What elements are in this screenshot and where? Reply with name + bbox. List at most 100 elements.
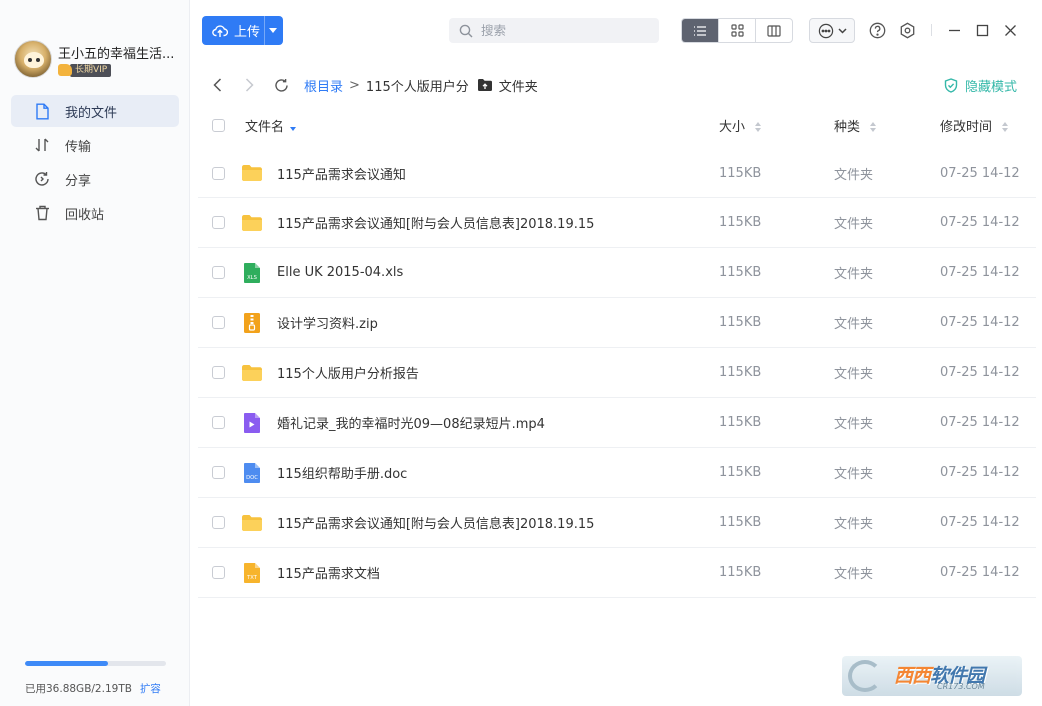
sidebar-item-label: 分享	[65, 173, 92, 189]
select-all-checkbox[interactable]	[212, 118, 225, 132]
avatar[interactable]	[14, 40, 52, 78]
file-modified: 07-25 14-12	[940, 365, 1020, 380]
row-checkbox[interactable]	[212, 516, 225, 529]
row-checkbox[interactable]	[212, 166, 225, 180]
chevron-down-icon	[837, 27, 847, 34]
sort-icon	[1002, 121, 1009, 132]
file-size: 115KB	[719, 565, 762, 580]
search-input[interactable]	[481, 23, 651, 38]
sidebar-item-label: 回收站	[65, 207, 105, 223]
search-box[interactable]	[449, 18, 659, 43]
sidebar-item-share[interactable]: 分享	[11, 163, 179, 195]
upload-button[interactable]: 上传	[202, 16, 283, 45]
settings-button[interactable]	[898, 21, 916, 39]
back-button[interactable]	[208, 76, 226, 94]
help-button[interactable]	[868, 21, 886, 39]
file-name-cell[interactable]: TXT 115产品需求文档	[244, 562, 380, 584]
sort-icon	[870, 121, 877, 132]
file-name-cell[interactable]: 115产品需求会议通知	[242, 162, 406, 184]
table-row[interactable]: TXT 115产品需求文档 115KB 文件夹 07-25 14-12	[198, 548, 1036, 598]
sidebar-nav: 我的文件 传输 分享 回收站	[11, 95, 179, 231]
column-view-icon	[767, 24, 781, 37]
file-size: 115KB	[719, 365, 762, 380]
breadcrumb-level1[interactable]: 115个人版用户分	[366, 76, 469, 95]
column-header-type[interactable]: 种类	[834, 116, 877, 135]
sidebar: 王小五的幸福生活... 长期VIP 我的文件 传输 分享 回收站 已用36.88…	[0, 0, 190, 706]
row-checkbox[interactable]	[212, 366, 225, 379]
file-name: 115组织帮助手册.doc	[277, 467, 408, 482]
table-row[interactable]: 115产品需求会议通知[附与会人员信息表]2018.19.15 115KB 文件夹 0…	[198, 498, 1036, 548]
file-name-cell[interactable]: 婚礼记录_我的幸福时光09—08纪录短片.mp4	[244, 412, 545, 434]
close-button[interactable]	[1001, 21, 1019, 39]
row-checkbox[interactable]	[212, 466, 225, 479]
column-header-name[interactable]: 文件名	[245, 116, 297, 135]
upload-dropdown-caret-icon[interactable]	[269, 28, 277, 33]
file-name-cell[interactable]: 115产品需求会议通知[附与会人员信息表]2018.19.15	[242, 212, 595, 234]
row-checkbox[interactable]	[212, 316, 225, 329]
grid-view-button[interactable]	[719, 19, 756, 42]
file-type: 文件夹	[834, 317, 874, 332]
gear-icon	[900, 22, 914, 38]
file-modified: 07-25 14-12	[940, 515, 1020, 530]
refresh-button[interactable]	[272, 76, 290, 94]
minimize-button[interactable]	[945, 21, 963, 39]
list-view-button[interactable]	[682, 19, 719, 42]
view-mode-toggle	[681, 18, 793, 43]
row-checkbox[interactable]	[212, 416, 225, 429]
file-size: 115KB	[719, 515, 762, 530]
sidebar-item-my-files[interactable]: 我的文件	[11, 95, 179, 127]
file-size: 115KB	[719, 265, 762, 280]
file-name: Elle UK 2015-04.xls	[277, 265, 404, 280]
file-name-cell[interactable]: XLS Elle UK 2015-04.xls	[244, 262, 404, 284]
hidden-mode-toggle[interactable]: 隐藏模式	[944, 76, 1017, 95]
user-profile[interactable]: 王小五的幸福生活... 长期VIP	[14, 40, 184, 80]
table-row[interactable]: DOC 115组织帮助手册.doc 115KB 文件夹 07-25 14-12	[198, 448, 1036, 498]
sort-icon	[290, 121, 297, 131]
sidebar-item-label: 传输	[65, 139, 92, 155]
file-name-cell[interactable]: 115个人版用户分析报告	[242, 362, 419, 384]
grid-view-icon	[730, 24, 744, 37]
table-row[interactable]: XLS Elle UK 2015-04.xls 115KB 文件夹 07-25 14-1…	[198, 248, 1036, 298]
sort-icon	[755, 121, 762, 132]
watermark-logo: 西西软件园 CR173.COM	[842, 656, 1022, 696]
column-header-size[interactable]: 大小	[719, 116, 762, 135]
breadcrumb-current-label: 文件夹	[498, 79, 538, 95]
folder-upload-icon	[477, 79, 492, 91]
table-row[interactable]: 115产品需求会议通知 115KB 文件夹 07-25 14-12	[198, 148, 1036, 198]
row-checkbox[interactable]	[212, 216, 225, 229]
file-name-cell[interactable]: DOC 115组织帮助手册.doc	[244, 462, 408, 484]
column-header-modified[interactable]: 修改时间	[940, 116, 1009, 135]
forward-button[interactable]	[240, 76, 258, 94]
sidebar-item-transfer[interactable]: 传输	[11, 129, 179, 161]
file-modified: 07-25 14-12	[940, 165, 1020, 181]
storage-progress-fill	[25, 661, 109, 666]
file-modified: 07-25 14-12	[940, 315, 1020, 330]
row-checkbox[interactable]	[212, 266, 225, 279]
file-name-cell[interactable]: 设计学习资料.zip	[244, 312, 378, 334]
column-view-button[interactable]	[756, 19, 792, 42]
table-row[interactable]: 115产品需求会议通知[附与会人员信息表]2018.19.15 115KB 文件夹 0…	[198, 198, 1036, 248]
maximize-button[interactable]	[973, 21, 991, 39]
zip-file-icon	[241, 312, 263, 334]
table-row[interactable]: 婚礼记录_我的幸福时光09—08纪录短片.mp4 115KB 文件夹 07-25 14…	[198, 398, 1036, 448]
file-modified: 07-25 14-12	[940, 415, 1020, 430]
shield-check-icon	[944, 78, 958, 93]
file-modified: 07-25 14-12	[940, 265, 1020, 280]
row-checkbox[interactable]	[212, 566, 225, 579]
expand-storage-link[interactable]: 扩容	[140, 683, 161, 695]
file-name: 115产品需求会议通知[附与会人员信息表]2018.19.15	[277, 517, 595, 532]
table-row[interactable]: 115个人版用户分析报告 115KB 文件夹 07-25 14-12	[198, 348, 1036, 398]
file-name: 115产品需求会议通知[附与会人员信息表]2018.19.15	[277, 217, 595, 232]
window-controls-separator	[931, 24, 932, 36]
breadcrumb-root[interactable]: 根目录	[304, 76, 343, 95]
file-type: 文件夹	[834, 367, 874, 382]
more-options-button[interactable]	[809, 18, 855, 43]
folder-icon	[241, 162, 263, 184]
minimize-icon	[948, 29, 960, 31]
sidebar-item-trash[interactable]: 回收站	[11, 197, 179, 229]
trash-icon	[33, 204, 51, 222]
file-name-cell[interactable]: 115产品需求会议通知[附与会人员信息表]2018.19.15	[242, 512, 595, 534]
table-row[interactable]: 设计学习资料.zip 115KB 文件夹 07-25 14-12	[198, 298, 1036, 348]
vip-badge: 长期VIP	[58, 63, 112, 77]
file-size: 115KB	[719, 165, 762, 181]
